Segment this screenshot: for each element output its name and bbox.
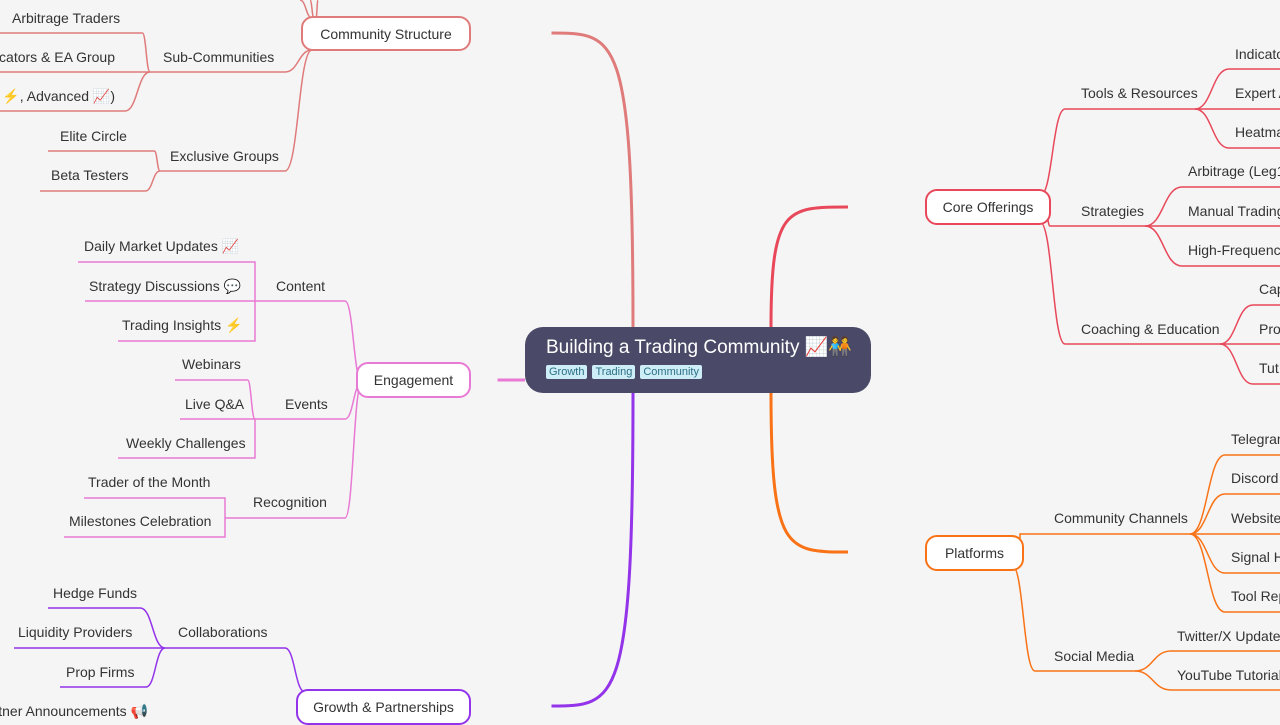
leaf-node[interactable]: Elite Circle [60,127,127,145]
sub-node[interactable]: Collaborations [178,623,268,641]
connector-branch [551,31,635,328]
sub-node[interactable]: Social Media [1054,647,1134,665]
branch-node[interactable]: Core Offerings [925,189,1051,225]
connector-branch [551,392,635,708]
connector-branch [769,205,849,328]
leaf-node[interactable]: High-Frequency [1188,241,1280,259]
leaf-node[interactable]: Live Q&A [185,395,244,413]
leaf-node[interactable]: Cap [1259,280,1280,298]
leaf-node[interactable]: Pro [1259,320,1280,338]
leaf-node[interactable]: Milestones Celebration [69,512,211,530]
leaf-node[interactable]: Tool Rep [1231,587,1280,605]
branch-node[interactable]: Platforms [925,535,1024,571]
leaf-node[interactable]: ate ⚡, Advanced 📈) [0,87,115,105]
tag-community[interactable]: Community [640,365,702,379]
tag-trading[interactable]: Trading [592,365,636,379]
leaf-node[interactable]: Signal H [1231,548,1280,566]
leaf-node[interactable]: Indicators & EA Group [0,48,115,66]
leaf-node[interactable]: Hedge Funds [53,584,137,602]
sub-node[interactable]: Exclusive Groups [170,147,279,165]
leaf-node[interactable]: Trading Insights ⚡ [122,316,242,334]
tag-list: Growth Trading Community [546,365,871,379]
connector-sub [1039,108,1195,197]
sub-node[interactable]: Coaching & Education [1081,320,1220,338]
leaf-node[interactable]: Arbitrage (Leg1, [1188,162,1280,180]
connector-branch [769,392,849,554]
sub-node[interactable]: Events [285,395,328,413]
leaf-node[interactable]: Beta Testers [51,166,129,184]
leaf-node[interactable]: Prop Firms [66,663,134,681]
leaf-node[interactable]: Twitter/X Updates [1177,627,1280,645]
leaf-node[interactable]: Webinars [182,355,241,373]
connector-sub [1019,533,1190,545]
root-title: Building a Trading Community 📈🧑‍🤝‍🧑 [546,337,853,358]
leaf-node[interactable]: Discord [1231,469,1278,487]
sub-node[interactable]: Strategies [1081,202,1144,220]
branch-node[interactable]: Engagement [356,362,471,398]
sub-node[interactable]: Content [276,277,325,295]
branch-node[interactable]: Community Structure [301,16,471,51]
root-node[interactable]: Building a Trading Community 📈🧑‍🤝‍🧑 Grow… [525,327,871,393]
leaf-node[interactable]: Liquidity Providers [18,623,132,641]
leaf-node[interactable]: Expert A [1235,84,1280,102]
leaf-node[interactable]: Trader of the Month [88,473,210,491]
sub-node[interactable]: Sub-Communities [163,48,274,66]
leaf-node[interactable]: Weekly Challenges [126,434,246,452]
leaf-node[interactable]: Daily Market Updates 📈 [84,237,239,255]
leaf-node[interactable]: Indicato [1235,45,1280,63]
sub-node[interactable]: Tools & Resources [1081,84,1198,102]
tag-growth[interactable]: Growth [546,365,588,379]
leaf-node[interactable]: Arbitrage Traders [12,9,120,27]
connector-sub [255,300,363,383]
leaf-node[interactable]: Partner Announcements 📢 [0,702,148,720]
leaf-node[interactable]: YouTube Tutorials [1177,666,1280,684]
leaf-node[interactable]: Heatma [1235,123,1280,141]
leaf-node[interactable]: Manual Trading [1188,202,1280,220]
leaf-node[interactable]: Website, [1231,509,1280,527]
sub-node[interactable]: Recognition [253,493,327,511]
leaf-node[interactable]: Telegram [1231,430,1280,448]
leaf-node[interactable]: Tut [1259,359,1279,377]
connector-sub [165,647,306,693]
leaf-node[interactable]: Strategy Discussions 💬 [89,277,241,295]
sub-node[interactable]: Community Channels [1054,509,1188,527]
